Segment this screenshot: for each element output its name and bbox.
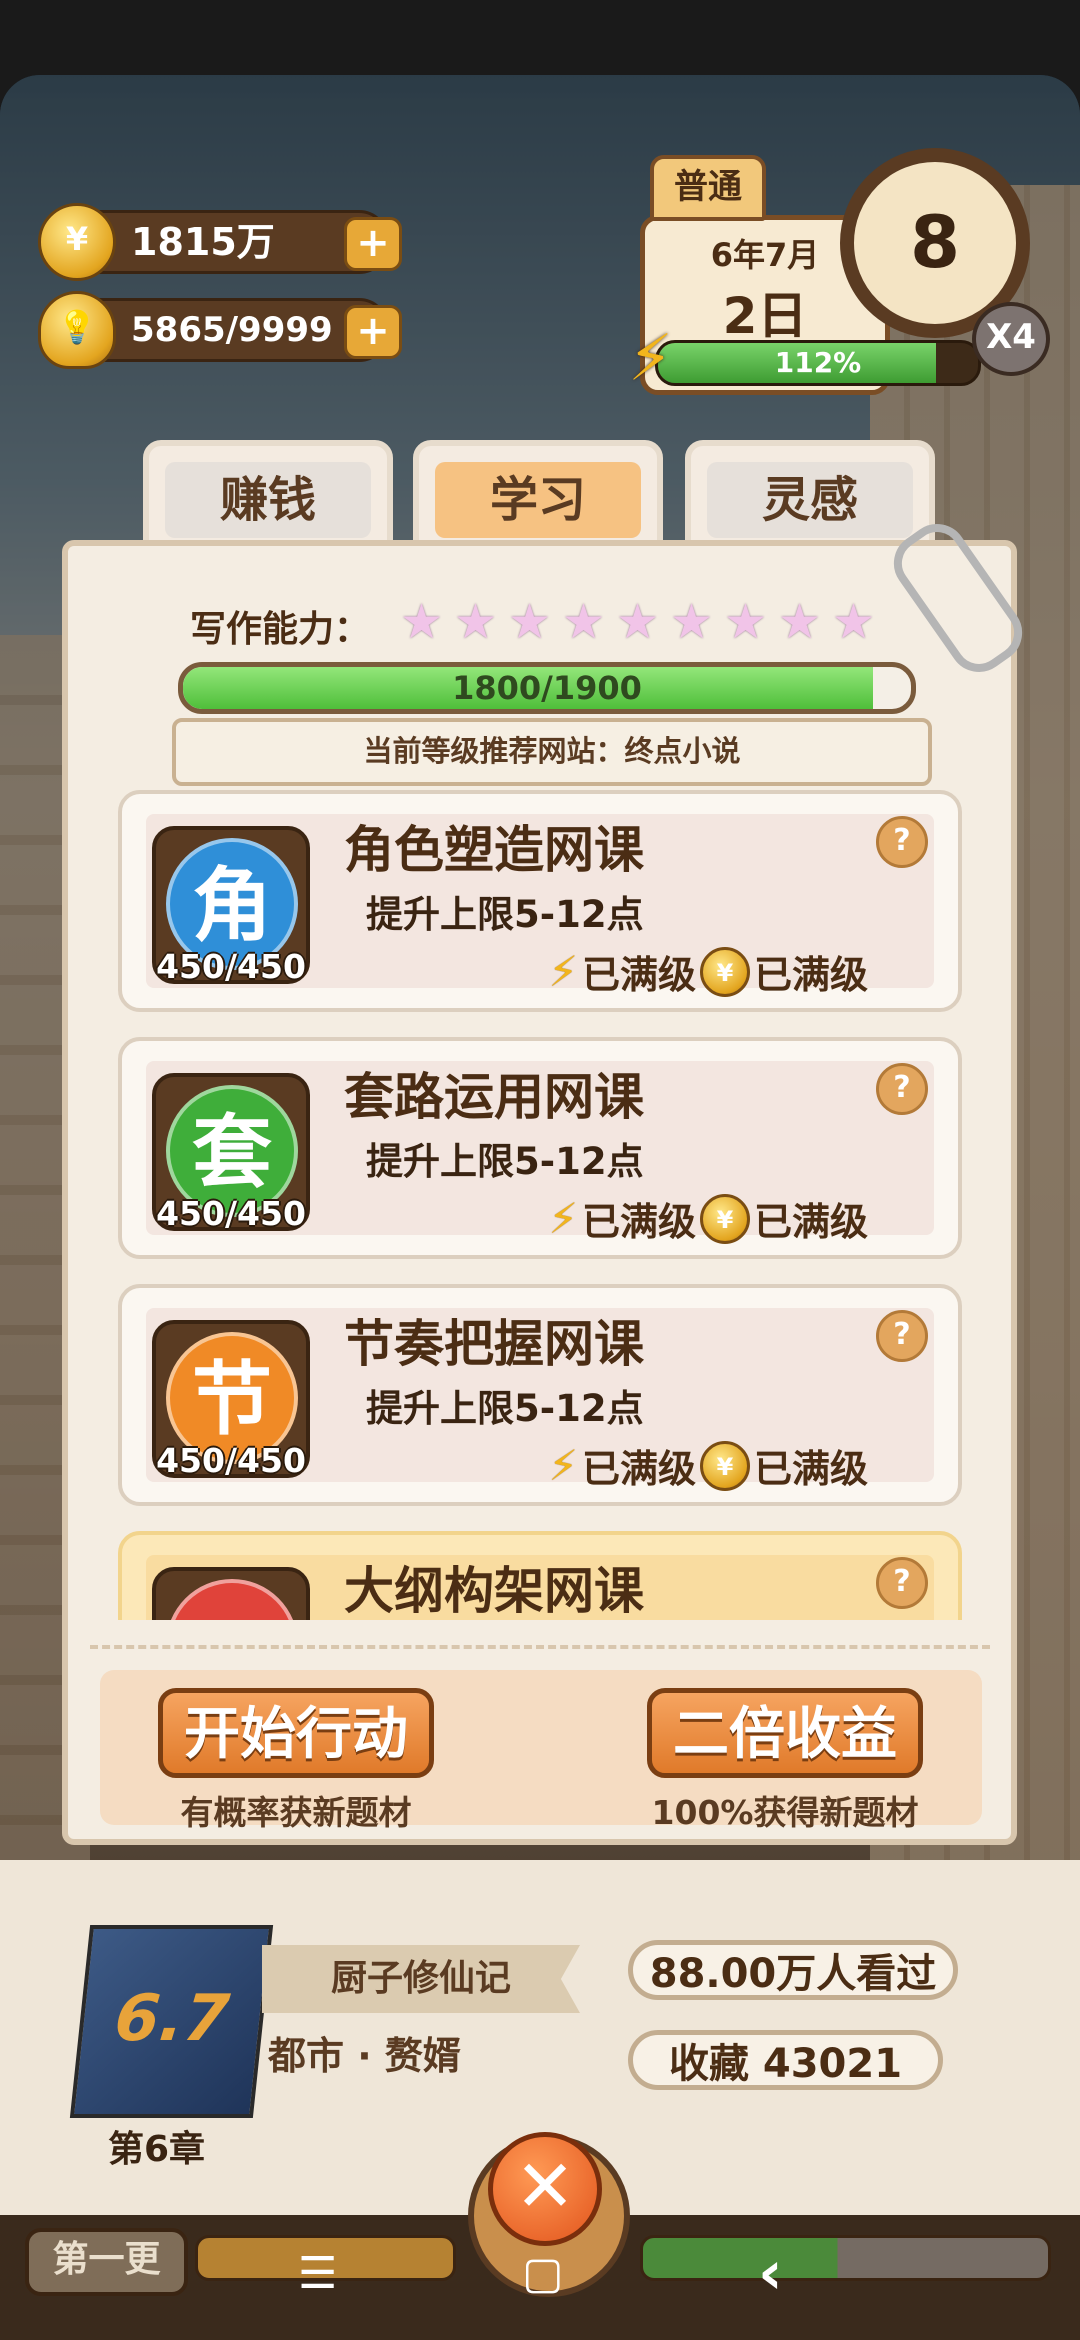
speed-multiplier-button[interactable]: X4 <box>972 302 1050 376</box>
panel-divider <box>90 1645 990 1649</box>
energy-status: 已满级 <box>581 1447 696 1491</box>
course-status: ⚡ 已满级 ¥ 已满级 <box>548 1438 868 1493</box>
coin-counter: ¥ 1815万 + <box>38 203 402 281</box>
star-icon: ★ <box>778 594 822 650</box>
help-icon[interactable]: ? <box>876 1557 928 1609</box>
add-coins-button[interactable]: + <box>344 217 402 271</box>
course-desc: 提升上限5-12点 <box>366 893 644 936</box>
coin-icon: ¥ <box>699 1440 750 1491</box>
chapter-label: 第6章 <box>108 2129 206 2170</box>
writing-ability-bar: 1800/1900 <box>178 662 916 714</box>
course-desc: 提升上限5-12点 <box>366 1140 644 1183</box>
difficulty-mode-tag: 普通 <box>650 155 766 221</box>
favorites-count: 收藏 43021 <box>628 2030 943 2090</box>
home-nav-icon[interactable]: ▢ <box>522 2248 564 2299</box>
star-icon: ★ <box>616 594 660 650</box>
back-nav-icon[interactable]: ‹ <box>758 2238 783 2308</box>
tab-label: 学习 <box>435 462 641 538</box>
coin-status: 已满级 <box>753 1447 868 1491</box>
book-cover[interactable]: 6.7 <box>69 1925 274 2118</box>
energy-bar: 112% <box>655 340 981 386</box>
double-reward-hint: 100%获得新题材 <box>651 1793 919 1832</box>
course-desc: 提升上限5-12点 <box>366 1387 644 1430</box>
bulb-counter: 💡 5865/9999 + <box>38 291 402 369</box>
help-icon[interactable]: ? <box>876 1310 928 1362</box>
close-icon[interactable]: ✕ <box>488 2132 602 2246</box>
energy-bolt-icon: ⚡ <box>548 947 578 996</box>
views-count: 88.00万人看过 <box>628 1940 958 2000</box>
double-reward-button[interactable]: 二倍收益 <box>647 1688 923 1778</box>
course-title: 节奏把握网课 <box>344 1315 644 1373</box>
writing-ability-label: 写作能力： <box>190 609 371 650</box>
clock-value: 8 <box>909 200 961 284</box>
course-card[interactable]: 节 450/450 节奏把握网课 提升上限5-12点 ? ⚡ 已满级 ¥ 已满级 <box>118 1284 962 1506</box>
course-card-highlighted[interactable]: 大纲构架网课 ? <box>118 1531 962 1620</box>
course-count: 450/450 <box>156 1194 306 1233</box>
writing-ability-value: 1800/1900 <box>452 669 642 707</box>
tab-earn-money[interactable]: 赚钱 <box>143 440 393 550</box>
coin-amount: 1815万 <box>131 220 275 264</box>
coin-icon: ¥ <box>699 1193 750 1244</box>
update-progress-right <box>640 2235 1051 2281</box>
lightbulb-icon: 💡 <box>38 291 116 369</box>
book-title: 厨子修仙记 <box>262 1945 580 2013</box>
recommended-site: 当前等级推荐网站：终点小说 <box>172 718 932 786</box>
star-icon: ★ <box>454 594 498 650</box>
star-icon: ★ <box>508 594 552 650</box>
course-card[interactable]: 角 450/450 角色塑造网课 提升上限5-12点 ? ⚡ 已满级 ¥ 已满级 <box>118 790 962 1012</box>
tab-label: 赚钱 <box>165 462 371 538</box>
star-icon: ★ <box>724 594 768 650</box>
start-action-button[interactable]: 开始行动 <box>158 1688 434 1778</box>
menu-nav-icon[interactable]: ☰ <box>298 2248 337 2299</box>
writing-ability-stars: ★ ★ ★ ★ ★ ★ ★ ★ ★ <box>400 598 880 646</box>
course-badge: 角 450/450 <box>152 826 310 986</box>
course-title: 大纲构架网课 <box>344 1562 644 1620</box>
coin-status: 已满级 <box>753 1200 868 1244</box>
book-genre: 都市 · 赘婿 <box>268 2034 461 2078</box>
course-count: 450/450 <box>156 1441 306 1480</box>
course-badge: 套 450/450 <box>152 1073 310 1233</box>
date-day: 2日 <box>722 287 808 345</box>
energy-status: 已满级 <box>581 953 696 997</box>
course-icon <box>166 1579 298 1620</box>
energy-bolt-icon: ⚡ <box>628 322 673 396</box>
tab-study[interactable]: 学习 <box>413 440 663 550</box>
help-icon[interactable]: ? <box>876 1063 928 1115</box>
coin-icon: ¥ <box>699 946 750 997</box>
course-badge: 节 450/450 <box>152 1320 310 1480</box>
course-status: ⚡ 已满级 ¥ 已满级 <box>548 944 868 999</box>
course-status: ⚡ 已满级 ¥ 已满级 <box>548 1191 868 1246</box>
first-update-button[interactable]: 第一更 <box>25 2228 188 2296</box>
bulb-amount: 5865/9999 <box>131 310 333 350</box>
star-icon: ★ <box>400 594 444 650</box>
tab-label: 灵感 <box>707 462 913 538</box>
star-icon: ★ <box>562 594 606 650</box>
coin-icon: ¥ <box>38 203 116 281</box>
star-icon: ★ <box>832 594 876 650</box>
course-title: 套路运用网课 <box>344 1068 644 1126</box>
course-badge <box>152 1567 310 1620</box>
course-card[interactable]: 套 450/450 套路运用网课 提升上限5-12点 ? ⚡ 已满级 ¥ 已满级 <box>118 1037 962 1259</box>
help-icon[interactable]: ? <box>876 816 928 868</box>
energy-bolt-icon: ⚡ <box>548 1194 578 1243</box>
start-action-hint: 有概率获新题材 <box>180 1793 412 1832</box>
energy-percent: 112% <box>774 346 862 379</box>
course-title: 角色塑造网课 <box>344 821 644 879</box>
energy-bolt-icon: ⚡ <box>548 1441 578 1490</box>
course-list[interactable]: 角 450/450 角色塑造网课 提升上限5-12点 ? ⚡ 已满级 ¥ 已满级… <box>118 790 962 1620</box>
energy-status: 已满级 <box>581 1200 696 1244</box>
book-rating: 6.7 <box>111 1982 233 2056</box>
tab-inspiration[interactable]: 灵感 <box>685 440 935 550</box>
star-icon: ★ <box>670 594 714 650</box>
coin-status: 已满级 <box>753 953 868 997</box>
add-bulbs-button[interactable]: + <box>344 305 402 359</box>
course-count: 450/450 <box>156 947 306 986</box>
